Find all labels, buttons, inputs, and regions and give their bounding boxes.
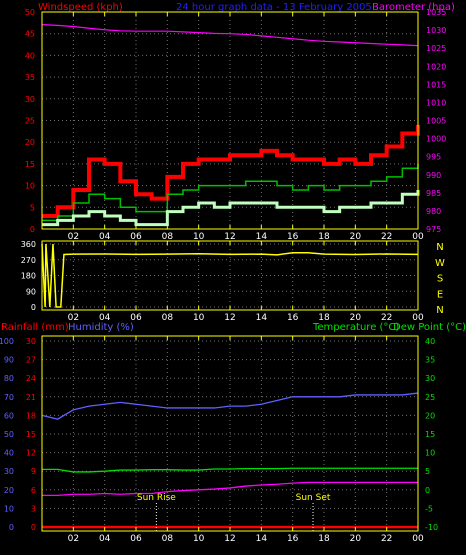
barometer-y-tick-label: 1015 — [426, 80, 446, 89]
direction-y-tick-label: 360 — [21, 240, 36, 249]
compass-label: W — [435, 258, 445, 269]
compass-label: S — [437, 274, 443, 285]
humidity-y-tick-label: 0 — [9, 523, 14, 532]
x-tick-label: 18 — [318, 534, 330, 544]
barometer-y-tick-label: 1020 — [426, 62, 446, 71]
barometer-y-tick-label: 1005 — [426, 117, 446, 126]
direction-y-tick-label: 90 — [26, 287, 36, 296]
temperature-y-tick-label: 5 — [425, 467, 430, 476]
wind-y-tick-label: 15 — [25, 160, 35, 169]
humidity-y-tick-label: 50 — [4, 430, 14, 439]
rainfall-y-tick-label: 6 — [31, 486, 36, 495]
humidity-y-tick-label: 60 — [4, 411, 14, 420]
compass-label: N — [436, 305, 443, 316]
sun-set-label: Sun Set — [296, 493, 331, 503]
barometer-y-tick-label: 1035 — [426, 8, 446, 17]
wind-y-tick-label: 5 — [30, 203, 35, 212]
x-tick-label: 16 — [287, 313, 299, 323]
temperature-y-tick-label: 35 — [425, 356, 435, 365]
temperature-y-tick-label: -5 — [425, 504, 433, 513]
humidity-y-tick-label: 20 — [4, 486, 14, 495]
x-tick-label: 12 — [224, 534, 235, 544]
barometer-y-tick-label: 1000 — [426, 135, 446, 144]
x-tick-label: 02 — [68, 534, 79, 544]
rainfall-y-tick-label: 30 — [26, 337, 36, 346]
x-tick-label: 16 — [287, 534, 299, 544]
x-tick-label: 04 — [99, 534, 111, 544]
wind-y-tick-label: 25 — [25, 117, 35, 126]
wind-y-tick-label: 45 — [25, 30, 35, 39]
barometer-y-tick-label: 990 — [426, 171, 441, 180]
rainfall-y-tick-label: 3 — [31, 504, 36, 513]
x-tick-label: 10 — [193, 534, 205, 544]
barometer-y-tick-label: 995 — [426, 153, 441, 162]
rainfall-y-tick-label: 24 — [26, 374, 36, 383]
x-tick-label: 08 — [162, 534, 174, 544]
x-tick-label: 14 — [256, 313, 268, 323]
rainfall-y-tick-label: 18 — [26, 411, 36, 420]
x-tick-label: 00 — [412, 534, 424, 544]
weather-graph-canvas: Windspeed (kph) 24 hour graph data - 13 … — [0, 0, 466, 555]
barometer-y-tick-label: 1010 — [426, 98, 446, 107]
barometer-y-tick-label: 1025 — [426, 44, 446, 53]
barometer-y-tick-label: 975 — [426, 225, 441, 234]
x-tick-label: 20 — [350, 534, 362, 544]
humidity-y-tick-label: 40 — [4, 449, 14, 458]
humidity-y-tick-label: 100 — [0, 337, 14, 346]
windspeed-axis-title: Windspeed (kph) — [38, 2, 123, 13]
wind-y-tick-label: 35 — [25, 73, 35, 82]
rainfall-y-tick-label: 15 — [26, 430, 36, 439]
wind-y-tick-label: 0 — [30, 225, 35, 234]
direction-y-tick-label: 270 — [21, 256, 36, 265]
temperature-dewpoint-axis-title: Temperature (°C) — [312, 322, 399, 333]
humidity-y-tick-label: 70 — [4, 393, 14, 402]
wind-y-tick-label: 30 — [25, 95, 35, 104]
temperature-y-tick-label: 0 — [425, 486, 430, 495]
rainfall-axis-title: Rainfall (mm) — [1, 322, 69, 333]
wind-y-tick-label: 50 — [25, 8, 35, 17]
barometer-y-tick-label: 980 — [426, 207, 441, 216]
dewpoint-axis-title: Dew Point (°C) — [393, 322, 466, 333]
rainfall-y-tick-label: 12 — [26, 449, 36, 458]
temperature-y-tick-label: 10 — [425, 449, 435, 458]
x-tick-label: 06 — [130, 534, 142, 544]
humidity-y-tick-label: 80 — [4, 374, 14, 383]
sun-rise-label: Sun Rise — [137, 493, 176, 503]
rainfall-y-tick-label: 9 — [31, 467, 36, 476]
x-tick-label: 22 — [381, 534, 392, 544]
direction-y-tick-label: 0 — [31, 303, 36, 312]
humidity-axis-title: Humidity (%) — [68, 322, 134, 333]
humidity-y-tick-label: 30 — [4, 467, 14, 476]
barometer-y-tick-label: 1030 — [426, 26, 446, 35]
rainfall-y-tick-label: 27 — [26, 356, 36, 365]
wind-y-tick-label: 40 — [25, 51, 35, 60]
humidity-y-tick-label: 90 — [4, 356, 14, 365]
x-tick-label: 08 — [162, 313, 174, 323]
graph-title: 24 hour graph data - 13 February 2005 — [176, 2, 372, 13]
x-tick-label: 14 — [256, 534, 268, 544]
wind-y-tick-label: 20 — [25, 138, 35, 147]
direction-y-tick-label: 180 — [21, 272, 36, 281]
rainfall-y-tick-label: 21 — [26, 393, 36, 402]
barometer-y-tick-label: 985 — [426, 189, 441, 198]
temperature-y-tick-label: 25 — [425, 393, 435, 402]
humidity-y-tick-label: 10 — [4, 504, 14, 513]
temperature-y-tick-label: 30 — [425, 374, 435, 383]
x-tick-label: 12 — [224, 313, 235, 323]
x-tick-label: 10 — [193, 313, 205, 323]
compass-label: N — [436, 242, 443, 253]
temperature-y-tick-label: -10 — [425, 523, 438, 532]
rainfall-y-tick-label: 0 — [31, 523, 36, 532]
compass-label: E — [437, 289, 443, 300]
temperature-y-tick-label: 15 — [425, 430, 435, 439]
temperature-y-tick-label: 20 — [425, 411, 435, 420]
temperature-y-tick-label: 40 — [425, 337, 435, 346]
wind-y-tick-label: 10 — [25, 182, 35, 191]
